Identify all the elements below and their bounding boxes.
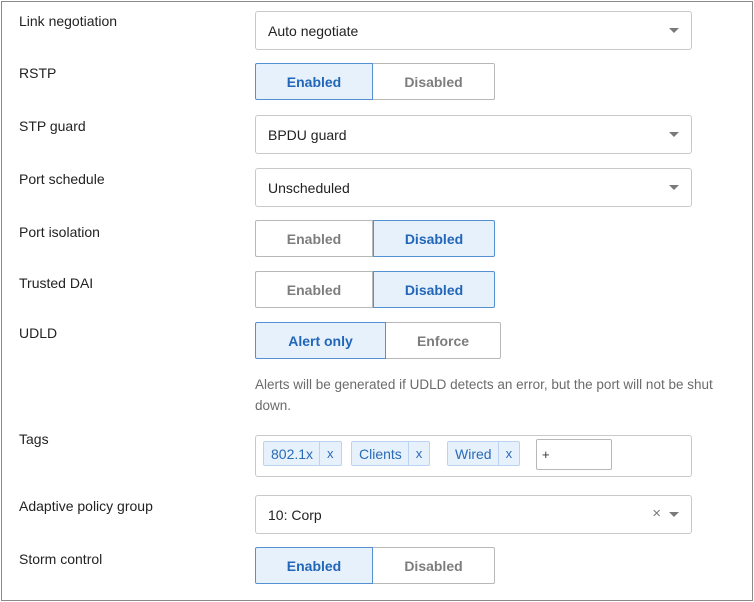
storm-control-toggle: Enabled Disabled: [255, 547, 495, 584]
trusted-dai-toggle: Enabled Disabled: [255, 271, 495, 308]
port-settings-panel: Link negotiation Auto negotiate RSTP Ena…: [1, 1, 753, 601]
rstp-disabled-option[interactable]: Disabled: [373, 63, 495, 100]
storm-control-disabled-option[interactable]: Disabled: [373, 547, 495, 584]
tag-chip: Wired x: [447, 441, 521, 466]
port-isolation-disabled-option[interactable]: Disabled: [373, 220, 495, 257]
udld-enforce-option[interactable]: Enforce: [386, 322, 501, 359]
rstp-toggle: Enabled Disabled: [255, 63, 495, 100]
stp-guard-value: BPDU guard: [268, 126, 347, 143]
link-negotiation-label: Link negotiation: [19, 13, 118, 29]
close-icon[interactable]: x: [497, 442, 520, 465]
chevron-down-icon[interactable]: [669, 28, 679, 33]
close-icon[interactable]: x: [407, 442, 430, 465]
chevron-down-icon[interactable]: [669, 512, 679, 517]
adaptive-policy-group-value: 10: Corp: [268, 506, 322, 523]
port-isolation-toggle: Enabled Disabled: [255, 220, 495, 257]
trusted-dai-disabled-option[interactable]: Disabled: [373, 271, 495, 308]
tag-text: Clients: [359, 445, 402, 462]
rstp-enabled-option[interactable]: Enabled: [255, 63, 373, 100]
link-negotiation-value: Auto negotiate: [268, 22, 359, 39]
chevron-down-icon[interactable]: [669, 132, 679, 137]
close-icon[interactable]: x: [319, 442, 341, 465]
udld-label: UDLD: [19, 325, 58, 341]
stp-guard-label: STP guard: [19, 118, 86, 134]
rstp-label: RSTP: [19, 65, 57, 81]
storm-control-enabled-option[interactable]: Enabled: [255, 547, 373, 584]
tag-chip: Clients x: [351, 441, 431, 466]
port-schedule-select[interactable]: Unscheduled: [255, 168, 692, 207]
adaptive-policy-group-label: Adaptive policy group: [19, 498, 153, 514]
tag-chip: 802.1x x: [263, 441, 342, 466]
port-schedule-value: Unscheduled: [268, 179, 350, 196]
adaptive-policy-group-select[interactable]: 10: Corp ×: [255, 495, 692, 534]
storm-control-label: Storm control: [19, 551, 103, 567]
port-isolation-label: Port isolation: [19, 224, 100, 240]
stp-guard-select[interactable]: BPDU guard: [255, 115, 692, 154]
port-schedule-label: Port schedule: [19, 171, 105, 187]
tags-field[interactable]: 802.1x x Clients x Wired x: [255, 435, 692, 477]
udld-toggle: Alert only Enforce: [255, 322, 501, 359]
port-isolation-enabled-option[interactable]: Enabled: [255, 220, 373, 257]
tags-label: Tags: [19, 431, 49, 447]
clear-icon[interactable]: ×: [652, 506, 661, 522]
tag-text: 802.1x: [271, 445, 314, 462]
tag-add-input[interactable]: [536, 439, 612, 470]
tag-text: Wired: [455, 445, 492, 462]
link-negotiation-select[interactable]: Auto negotiate: [255, 11, 692, 50]
trusted-dai-enabled-option[interactable]: Enabled: [255, 271, 373, 308]
chevron-down-icon[interactable]: [669, 185, 679, 190]
udld-alert-only-option[interactable]: Alert only: [255, 322, 386, 359]
udld-help-text: Alerts will be generated if UDLD detects…: [255, 377, 713, 413]
trusted-dai-label: Trusted DAI: [19, 275, 94, 291]
